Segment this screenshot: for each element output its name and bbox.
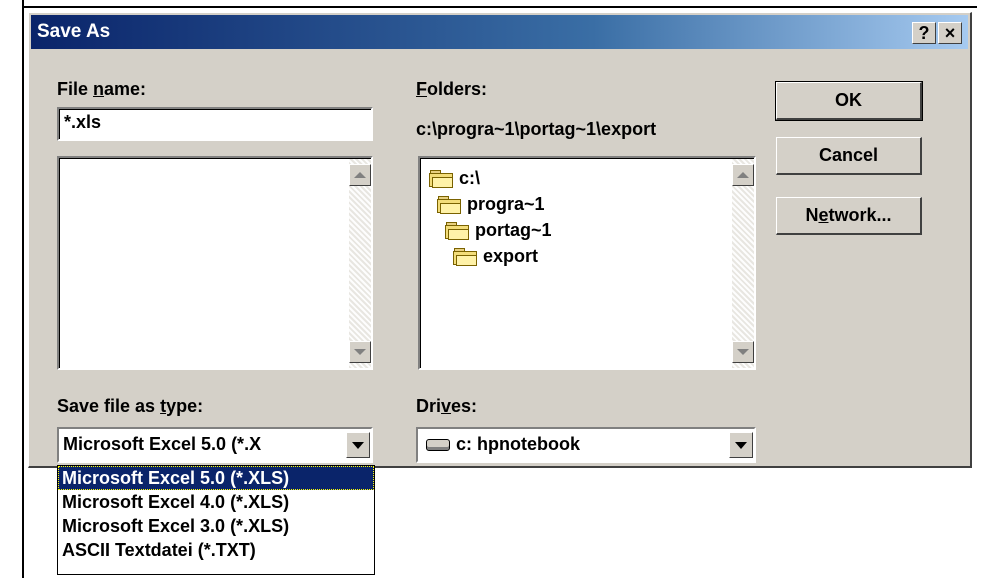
folder-item-root[interactable]: c:\	[429, 165, 552, 191]
title-bar[interactable]: Save As ? ×	[31, 15, 968, 49]
hard-drive-icon	[426, 438, 450, 451]
folder-tree-area[interactable]: c:\ progra~1 portag~1 export	[420, 158, 754, 368]
save-type-label: Save file as type:	[57, 396, 204, 416]
file-list-area[interactable]	[59, 158, 371, 368]
drives-selected: c: hpnotebook	[426, 434, 580, 455]
scroll-up-arrow-icon	[354, 172, 366, 178]
open-folder-icon	[453, 247, 477, 266]
folder-tree-scrollbar[interactable]	[732, 159, 754, 368]
scroll-down-arrow-icon	[737, 349, 749, 355]
save-type-option[interactable]: Microsoft Excel 4.0 (*.XLS)	[58, 490, 374, 514]
folder-item-progra[interactable]: progra~1	[437, 191, 552, 217]
ok-button[interactable]: OK	[775, 81, 923, 121]
close-button[interactable]: ×	[938, 22, 962, 44]
save-type-dropdown-button[interactable]	[346, 432, 370, 458]
chevron-down-icon	[352, 441, 364, 449]
drives-combo[interactable]: c: hpnotebook	[416, 427, 756, 463]
open-folder-icon	[437, 195, 461, 214]
save-type-option[interactable]: Microsoft Excel 5.0 (*.XLS)	[58, 466, 374, 490]
folder-item-portag[interactable]: portag~1	[445, 217, 552, 243]
current-folder-path: c:\progra~1\portag~1\export	[416, 119, 657, 139]
help-icon: ?	[918, 22, 930, 43]
file-name-value: *.xls	[64, 112, 102, 132]
file-list	[57, 156, 373, 370]
save-type-option[interactable]: ASCII Textdatei (*.TXT)	[58, 538, 374, 562]
folders-label: Folders:	[416, 79, 488, 99]
close-icon: ×	[944, 22, 956, 43]
save-type-option[interactable]: Microsoft Excel 3.0 (*.XLS)	[58, 514, 374, 538]
page-border-top	[22, 6, 977, 8]
folder-item-export[interactable]: export	[453, 243, 552, 269]
save-type-combo[interactable]: Microsoft Excel 5.0 (*.X	[57, 427, 373, 463]
help-button[interactable]: ?	[912, 22, 936, 44]
file-list-scroll-down-button[interactable]	[349, 341, 371, 363]
save-type-dropdown-list: Microsoft Excel 5.0 (*.XLS) Microsoft Ex…	[57, 465, 375, 575]
dialog-title: Save As	[37, 21, 111, 42]
folder-tree-scroll-up-button[interactable]	[732, 164, 754, 186]
file-name-label: File name:	[57, 79, 147, 99]
network-button[interactable]: Network...	[776, 197, 922, 235]
save-as-dialog: Save As ? × File name: *.xls Folders: c:…	[28, 12, 972, 468]
open-folder-icon	[429, 169, 453, 188]
drives-dropdown-button[interactable]	[729, 432, 753, 458]
file-name-field-frame: *.xls	[57, 107, 373, 141]
scroll-up-arrow-icon	[737, 172, 749, 178]
file-list-scroll-up-button[interactable]	[349, 164, 371, 186]
page-border-left	[22, 0, 24, 578]
save-type-selected: Microsoft Excel 5.0 (*.X	[63, 434, 262, 454]
folder-tree-items: c:\ progra~1 portag~1 export	[429, 165, 552, 269]
folder-tree: c:\ progra~1 portag~1 export	[418, 156, 756, 370]
cancel-button[interactable]: Cancel	[776, 137, 922, 175]
drives-label: Drives:	[416, 396, 478, 416]
scroll-down-arrow-icon	[354, 349, 366, 355]
chevron-down-icon	[735, 441, 747, 449]
file-name-input[interactable]: *.xls	[59, 109, 371, 139]
file-list-scrollbar[interactable]	[349, 159, 371, 368]
folder-tree-scroll-down-button[interactable]	[732, 341, 754, 363]
open-folder-icon	[445, 221, 469, 240]
